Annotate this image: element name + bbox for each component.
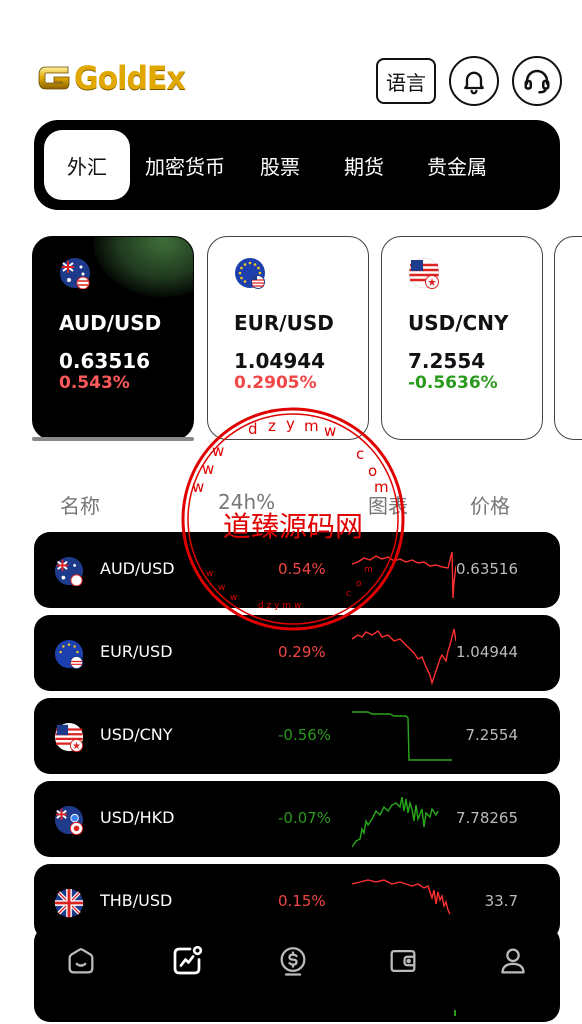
row-change: 0.29%	[278, 643, 326, 661]
row-price: 33.7	[484, 892, 518, 910]
row-change: 0.54%	[278, 560, 326, 578]
featured-price: 0.63516	[59, 349, 151, 373]
tab-futures[interactable]: 期货	[320, 130, 408, 200]
goldex-logo: GoldEx	[36, 58, 186, 98]
featured-pair: EUR/USD	[234, 311, 334, 335]
nav-home[interactable]	[62, 942, 100, 980]
nav-profile[interactable]	[494, 942, 532, 980]
carousel-scroll-indicator	[32, 437, 194, 441]
notification-button[interactable]	[449, 56, 499, 106]
featured-pairs-carousel[interactable]: AUD/USD 0.63516 0.543% EUR/USD 1.04944 0…	[32, 236, 582, 446]
market-chart-icon	[173, 945, 203, 975]
row-price: 1.04944	[455, 643, 518, 661]
stamp-ring-text: w	[202, 460, 214, 478]
customer-service-button[interactable]	[512, 56, 562, 106]
featured-change: 0.543%	[59, 373, 130, 393]
row-pair: USD/HKD	[100, 808, 175, 827]
tab-precious-metals[interactable]: 贵金属	[408, 130, 506, 200]
wallet-icon	[390, 949, 416, 973]
headset-icon	[524, 69, 550, 94]
row-sparkline	[352, 796, 439, 848]
card-glow	[93, 237, 193, 297]
row-sparkline	[352, 628, 456, 686]
usd-cny-flag-icon	[54, 722, 84, 752]
featured-pair: AUD/USD	[59, 311, 162, 335]
market-row-aud-usd[interactable]: AUD/USD 0.54% 0.63516	[34, 532, 560, 608]
row-pair: AUD/USD	[100, 559, 175, 578]
stamp-ring-text: o	[368, 462, 377, 480]
bell-icon	[464, 71, 484, 95]
market-row-usd-hkd[interactable]: USD/HKD -0.07% 7.78265	[34, 781, 560, 857]
row-pair: USD/CNY	[100, 725, 173, 744]
language-button[interactable]: 语言	[376, 58, 436, 104]
home-icon	[68, 948, 94, 974]
nav-trade[interactable]	[274, 942, 312, 980]
market-row-usd-cny[interactable]: USD/CNY -0.56% 7.2554	[34, 698, 560, 774]
row-price: 0.63516	[455, 560, 518, 578]
column-chart-header: 图表	[368, 494, 408, 518]
row-price: 7.78265	[455, 809, 518, 827]
trade-coin-icon	[280, 947, 306, 976]
row-change: -0.07%	[278, 809, 332, 827]
row-sparkline	[352, 551, 456, 599]
eur-usd-flag-icon	[54, 639, 84, 669]
row-price: 7.2554	[465, 726, 519, 744]
featured-change: -0.5636%	[408, 373, 498, 393]
featured-card-partial[interactable]	[554, 236, 582, 440]
row-sparkline	[352, 711, 452, 761]
column-price-header: 价格	[470, 494, 510, 518]
column-name-header: 名称	[60, 494, 100, 518]
featured-price: 7.2554	[408, 349, 486, 373]
profile-icon	[501, 948, 525, 974]
featured-card-eur-usd[interactable]: EUR/USD 1.04944 0.2905%	[207, 236, 369, 440]
thb-usd-flag-icon	[54, 888, 84, 918]
featured-card-usd-cny[interactable]: USD/CNY 7.2554 -0.5636%	[381, 236, 543, 440]
row-change: -0.56%	[278, 726, 332, 744]
featured-price: 1.04944	[234, 349, 326, 373]
aud-usd-flag-icon	[60, 258, 90, 290]
tab-crypto[interactable]: 加密货币	[130, 130, 240, 200]
market-category-tabs: 外汇 加密货币 股票 期货 贵金属	[34, 120, 560, 210]
eur-usd-flag-icon	[235, 258, 265, 289]
nav-market[interactable]	[168, 942, 206, 980]
market-list-header: 名称 24h% 图表 价格	[0, 490, 582, 524]
market-row-eur-usd[interactable]: EUR/USD 0.29% 1.04944	[34, 615, 560, 691]
usd-cny-flag-icon	[408, 257, 440, 289]
goldex-logo-icon	[38, 66, 70, 90]
nav-wallet[interactable]	[384, 942, 422, 980]
app-header: GoldEx 语言	[0, 0, 582, 118]
row-pair: EUR/USD	[100, 642, 173, 661]
featured-pair: USD/CNY	[408, 311, 509, 335]
featured-change: 0.2905%	[234, 373, 317, 393]
tab-forex[interactable]: 外汇	[44, 130, 130, 200]
bottom-navigation	[34, 926, 560, 1022]
row-change: 0.15%	[278, 892, 326, 910]
column-change-header: 24h%	[218, 490, 276, 514]
featured-card-aud-usd[interactable]: AUD/USD 0.63516 0.543%	[32, 236, 194, 440]
tab-stocks[interactable]: 股票	[240, 130, 320, 200]
aud-usd-flag-icon	[54, 556, 84, 586]
usd-hkd-flag-icon	[54, 805, 84, 835]
nav-indicator-dot	[454, 1010, 456, 1016]
stamp-ring-text: c	[356, 445, 364, 463]
logo-text: GoldEx	[74, 59, 186, 97]
row-pair: THB/USD	[100, 891, 173, 910]
